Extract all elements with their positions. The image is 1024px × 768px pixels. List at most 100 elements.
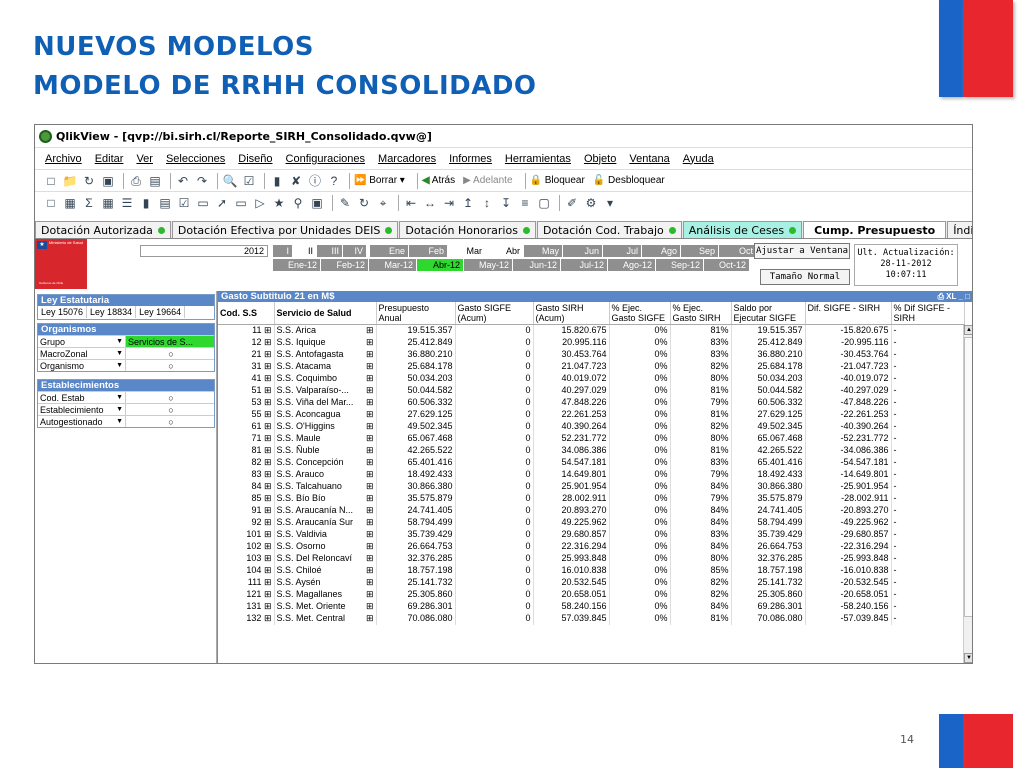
menu-selecciones[interactable]: Selecciones bbox=[166, 153, 225, 165]
table-row[interactable]: 91 ⊞ S.S. Araucanía N... ⊞ 24.741.405 0 20.89… bbox=[218, 504, 965, 517]
expand-icon[interactable]: ⊞ bbox=[366, 373, 374, 384]
filter-row-organismo[interactable]: Organismo ▼ ○ bbox=[38, 359, 214, 371]
expand-icon[interactable]: ⊞ bbox=[261, 577, 272, 587]
menu-objeto[interactable]: Objeto bbox=[584, 153, 616, 165]
expand-icon[interactable]: ⊞ bbox=[366, 457, 374, 468]
expand-icon[interactable]: ⊞ bbox=[261, 457, 272, 467]
menu-herramientas[interactable]: Herramientas bbox=[505, 153, 571, 165]
menu-ver[interactable]: Ver bbox=[136, 153, 153, 165]
menu-marcadores[interactable]: Marcadores bbox=[378, 153, 436, 165]
listbox-icon[interactable]: ☰ bbox=[119, 195, 135, 211]
expand-icon[interactable]: ⊞ bbox=[261, 529, 272, 539]
table-row[interactable]: 92 ⊞ S.S. Araucanía Sur ⊞ 58.794.499 0 49.225… bbox=[218, 516, 965, 529]
col-header[interactable]: % Ejec. Gasto SIRH bbox=[670, 302, 732, 325]
expand-icon[interactable]: ⊞ bbox=[261, 517, 272, 527]
ley-item[interactable]: Ley 18834 bbox=[87, 306, 137, 318]
year-listbox[interactable]: 2012 bbox=[140, 245, 268, 257]
table-row[interactable]: 131 ⊞ S.S. Met. Oriente ⊞ 69.286.301 0 58.240… bbox=[218, 600, 965, 613]
context-help-icon[interactable]: ? bbox=[326, 173, 342, 189]
table-row[interactable]: 111 ⊞ S.S. Aysén ⊞ 25.141.732 0 20.532.545 0% 8… bbox=[218, 576, 965, 589]
menu-editar[interactable]: Editar bbox=[95, 153, 124, 165]
table-row[interactable]: 103 ⊞ S.S. Del Reloncaví ⊞ 32.376.285 0 25.99… bbox=[218, 552, 965, 565]
new-document-icon[interactable]: □ bbox=[43, 173, 59, 189]
expand-icon[interactable]: ⊞ bbox=[366, 349, 374, 360]
filter-row-macrozonal[interactable]: MacroZonal ▼ ○ bbox=[38, 347, 214, 359]
expand-icon[interactable]: ⊞ bbox=[261, 589, 272, 599]
month-year-cell[interactable]: Oct-12 bbox=[704, 259, 750, 271]
month-year-cell[interactable]: Ago-12 bbox=[608, 259, 656, 271]
month-year-cell[interactable]: Sep-12 bbox=[656, 259, 704, 271]
expand-icon[interactable]: ⊞ bbox=[366, 385, 374, 396]
back-button[interactable]: ◀ Atrás bbox=[422, 175, 455, 186]
month-cell[interactable]: Jul bbox=[603, 245, 642, 257]
expand-icon[interactable]: ⊞ bbox=[261, 601, 272, 611]
expand-icon[interactable]: ⊞ bbox=[366, 421, 374, 432]
expand-icon[interactable]: ⊞ bbox=[366, 553, 374, 564]
month-cell[interactable]: May bbox=[524, 245, 563, 257]
month-cell[interactable]: Ene bbox=[370, 245, 409, 257]
menu-archivo[interactable]: Archivo bbox=[45, 153, 82, 165]
multibox-icon[interactable]: ▤ bbox=[157, 195, 173, 211]
expand-icon[interactable]: ⊞ bbox=[261, 409, 272, 419]
align-right-icon[interactable]: ⇥ bbox=[441, 195, 457, 211]
quarter-cell[interactable]: IV bbox=[343, 245, 367, 257]
same-size-icon[interactable]: ▢ bbox=[536, 195, 552, 211]
expand-icon[interactable]: ⊞ bbox=[261, 361, 272, 371]
distribute-icon[interactable]: ≡ bbox=[517, 195, 533, 211]
expand-icon[interactable]: ⊞ bbox=[366, 337, 374, 348]
col-header[interactable]: Dif. SIGFE - SIRH bbox=[805, 302, 892, 325]
tab-analisis-ceses[interactable]: Análisis de Ceses bbox=[682, 221, 803, 238]
col-header[interactable]: Servicio de Salud bbox=[274, 302, 377, 325]
search-icon[interactable]: 🔍 bbox=[222, 173, 238, 189]
table-row[interactable]: 82 ⊞ S.S. Concepción ⊞ 65.401.416 0 54.547.18… bbox=[218, 456, 965, 469]
expand-icon[interactable]: ⊞ bbox=[261, 541, 272, 551]
menu-ayuda[interactable]: Ayuda bbox=[683, 153, 714, 165]
paint-format-icon[interactable]: ✐ bbox=[564, 195, 580, 211]
expand-icon[interactable]: ⊞ bbox=[261, 325, 272, 335]
clear-selections-button[interactable]: ⏩ Borrar ▾ bbox=[354, 175, 405, 186]
filter-row-cod-estab[interactable]: Cod. Estab ▼ ○ bbox=[38, 391, 214, 403]
expand-icon[interactable]: ⊞ bbox=[366, 529, 374, 540]
table-row[interactable]: 84 ⊞ S.S. Talcahuano ⊞ 30.866.380 0 25.901.95… bbox=[218, 480, 965, 493]
quarter-cell[interactable]: III bbox=[317, 245, 343, 257]
col-header[interactable]: Cod. S.S bbox=[218, 302, 275, 325]
normal-size-button[interactable]: Tamaño Normal bbox=[760, 269, 850, 285]
slider-icon[interactable]: ▷ bbox=[252, 195, 268, 211]
align-top-icon[interactable]: ↥ bbox=[460, 195, 476, 211]
help-icon[interactable]: ⓘ bbox=[307, 173, 323, 189]
expand-icon[interactable]: ⊞ bbox=[366, 577, 374, 588]
table-scrollbar[interactable]: ▲ ▼ bbox=[963, 325, 972, 663]
expand-icon[interactable]: ⊞ bbox=[261, 505, 272, 515]
expand-icon[interactable]: ⊞ bbox=[366, 325, 374, 336]
expand-icon[interactable]: ⊞ bbox=[366, 493, 374, 504]
table-row[interactable]: 41 ⊞ S.S. Coquimbo ⊞ 50.034.203 0 40.019.072 0… bbox=[218, 372, 965, 385]
undo-icon[interactable]: ↶ bbox=[175, 173, 191, 189]
pin-icon[interactable]: ⌖ bbox=[375, 195, 391, 211]
forward-button[interactable]: ▶ Adelante bbox=[463, 175, 512, 186]
unlock-button[interactable]: 🔓 Desbloquear bbox=[593, 175, 665, 186]
table-row[interactable]: 101 ⊞ S.S. Valdivia ⊞ 35.739.429 0 29.680.857… bbox=[218, 528, 965, 541]
table-row[interactable]: 51 ⊞ S.S. Valparaíso-... ⊞ 50.044.582 0 40.29… bbox=[218, 384, 965, 397]
expand-icon[interactable]: ⊞ bbox=[366, 481, 374, 492]
filter-row-autogestionado[interactable]: Autogestionado ▼ ○ bbox=[38, 415, 214, 427]
print-icon[interactable]: ⎙ bbox=[128, 173, 144, 189]
table-row[interactable]: 121 ⊞ S.S. Magallanes ⊞ 25.305.860 0 20.658.0… bbox=[218, 588, 965, 601]
table-row[interactable]: 12 ⊞ S.S. Iquique ⊞ 25.412.849 0 20.995.116 0%… bbox=[218, 336, 965, 349]
ley-item[interactable]: Ley 19664 bbox=[136, 306, 186, 318]
tab-dotacion-autorizada[interactable]: Dotación Autorizada bbox=[35, 221, 171, 238]
filter-row-establecimiento[interactable]: Establecimiento ▼ ○ bbox=[38, 403, 214, 415]
expand-icon[interactable]: ⊞ bbox=[366, 409, 374, 420]
expand-icon[interactable]: ⊞ bbox=[366, 589, 374, 600]
tab-dotacion-efectiva[interactable]: Dotación Efectiva por Unidades DEIS bbox=[171, 221, 399, 238]
menu-informes[interactable]: Informes bbox=[449, 153, 492, 165]
quarter-cell[interactable]: II bbox=[293, 245, 317, 257]
table-row[interactable]: 83 ⊞ S.S. Arauco ⊞ 18.492.433 0 14.649.801 0% 7… bbox=[218, 468, 965, 481]
table-row[interactable]: 61 ⊞ S.S. O'Higgins ⊞ 49.502.345 0 40.390.264… bbox=[218, 420, 965, 433]
month-cell[interactable]: Feb bbox=[409, 245, 448, 257]
expand-icon[interactable]: ⊞ bbox=[366, 541, 374, 552]
align-left-icon[interactable]: ⇤ bbox=[403, 195, 419, 211]
table-row[interactable]: 132 ⊞ S.S. Met. Central ⊞ 70.086.080 0 57.039… bbox=[218, 612, 965, 625]
month-year-cell[interactable]: Ene-12 bbox=[273, 259, 321, 271]
expand-icon[interactable]: ⊞ bbox=[261, 385, 272, 395]
print-preview-icon[interactable]: ▤ bbox=[147, 173, 163, 189]
